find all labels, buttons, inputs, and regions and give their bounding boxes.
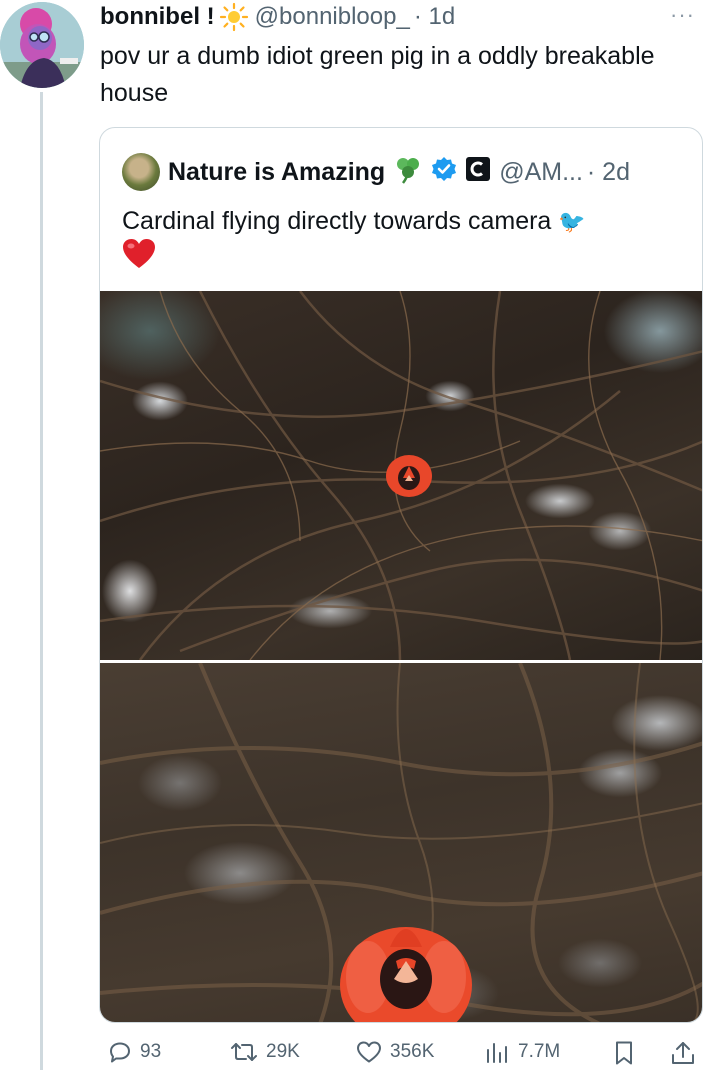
- bookmark-icon: [616, 1041, 632, 1065]
- views-icon: [487, 1043, 507, 1063]
- share-button[interactable]: [670, 1040, 703, 1066]
- bird-emoji-icon: 🐦: [558, 209, 586, 234]
- like-count: 356K: [390, 1041, 435, 1062]
- quote-text: Cardinal flying directly towards camera …: [122, 202, 682, 241]
- timestamp[interactable]: · 1d: [414, 3, 455, 31]
- verified-badge-icon: [431, 156, 457, 189]
- reply-button[interactable]: 93: [108, 1040, 161, 1064]
- quote-display-name: Nature is Amazing: [168, 157, 386, 186]
- quote-header: Nature is Amazing @AM... · 2d: [122, 152, 630, 192]
- media-image-top[interactable]: [100, 291, 702, 660]
- bookmark-button[interactable]: [612, 1040, 644, 1066]
- affiliate-badge-icon: [465, 156, 491, 189]
- views-button[interactable]: 7.7M: [484, 1040, 560, 1064]
- reply-count: 93: [140, 1041, 162, 1062]
- quote-text-body: Cardinal flying directly towards camera: [122, 207, 552, 235]
- handle[interactable]: @bonnibloop_: [255, 3, 410, 31]
- heart-emoji-icon: [122, 238, 156, 275]
- like-icon: [357, 1041, 381, 1063]
- avatar-image: [0, 2, 84, 88]
- quote-avatar: [122, 153, 160, 191]
- avatar[interactable]: [0, 2, 84, 88]
- reply-icon: [110, 1042, 130, 1063]
- cardinal-large: [340, 927, 472, 1022]
- media-image-bottom[interactable]: [100, 663, 702, 1022]
- action-bar: 93 29K 356K 7.7M: [100, 1040, 703, 1070]
- display-name[interactable]: bonnibel !: [100, 3, 215, 31]
- sun-emoji-icon: [219, 2, 249, 32]
- views-count: 7.7M: [518, 1041, 561, 1062]
- tweet-text: pov ur a dumb idiot green pig in a oddly…: [100, 42, 655, 107]
- repost-button[interactable]: 29K: [230, 1040, 300, 1064]
- like-button[interactable]: 356K: [356, 1040, 434, 1064]
- share-icon: [672, 1042, 694, 1064]
- quote-handle: @AM...: [499, 157, 583, 186]
- thread-line: [40, 92, 43, 1070]
- tweet-header: bonnibel ! @bonnibloop_ · 1d: [100, 0, 455, 34]
- shamrock-icon: [393, 154, 423, 191]
- cardinal-small: [386, 455, 432, 497]
- repost-icon: [231, 1043, 257, 1061]
- repost-count: 29K: [266, 1041, 300, 1062]
- quoted-tweet[interactable]: Nature is Amazing @AM... · 2d Cardinal f…: [99, 127, 703, 1023]
- quote-timestamp: · 2d: [586, 157, 630, 186]
- more-options-icon[interactable]: ···: [670, 2, 695, 28]
